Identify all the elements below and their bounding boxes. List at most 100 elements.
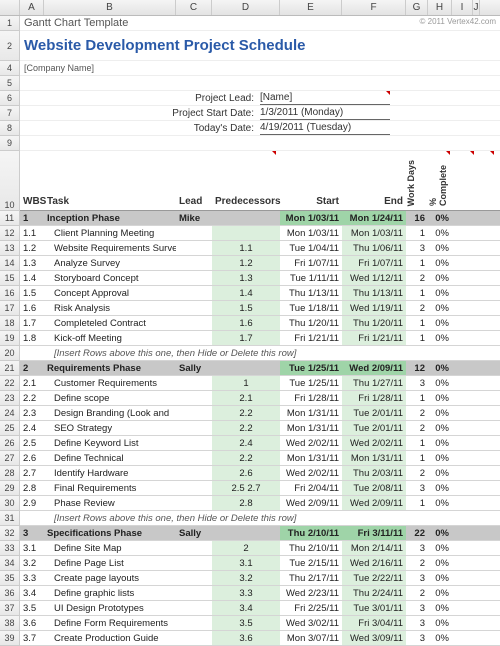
cell-wbs[interactable]: 1.5 [20, 286, 44, 300]
table-row[interactable]: 3.2Define Page List3.1Tue 2/15/11Wed 2/1… [20, 556, 500, 571]
cell-task[interactable]: Client Planning Meeting [44, 226, 176, 240]
select-all-corner[interactable] [0, 0, 20, 15]
cell-wbs[interactable]: 1.1 [20, 226, 44, 240]
cell-wbs[interactable]: 2.6 [20, 451, 44, 465]
cell-work-days[interactable]: 2 [406, 466, 428, 480]
cell-wbs[interactable]: 2.9 [20, 496, 44, 510]
cell-pct-complete[interactable]: 0% [428, 496, 452, 510]
row-header[interactable]: 15 [0, 271, 20, 286]
cell-lead[interactable] [176, 571, 212, 585]
cell-start[interactable]: Tue 2/15/11 [280, 556, 342, 570]
row-header[interactable]: 30 [0, 496, 20, 511]
cell-lead[interactable] [176, 331, 212, 345]
cell-start[interactable]: Mon 1/31/11 [280, 451, 342, 465]
cell-end[interactable]: Thu 2/24/11 [342, 586, 406, 600]
cell-predecessors[interactable]: 1 [212, 376, 280, 390]
header-task[interactable]: Task [44, 196, 176, 210]
cell-predecessors[interactable]: 1.6 [212, 316, 280, 330]
cell-start[interactable]: Fri 1/07/11 [280, 256, 342, 270]
cell-lead[interactable] [176, 241, 212, 255]
cell-work-days[interactable]: 1 [406, 256, 428, 270]
cell-wbs[interactable]: 1 [20, 211, 44, 225]
cell-task[interactable]: Design Branding (Look and [44, 406, 176, 420]
cell-predecessors[interactable]: 1.3 [212, 271, 280, 285]
cell-end[interactable]: Wed 1/19/11 [342, 301, 406, 315]
cell-predecessors[interactable]: 2.1 [212, 391, 280, 405]
row-header[interactable]: 10 [0, 151, 20, 211]
row-header[interactable]: 1 [0, 16, 20, 31]
cell-lead[interactable] [176, 556, 212, 570]
cell-start[interactable]: Fri 2/25/11 [280, 601, 342, 615]
cell-task[interactable]: Requirements Phase [44, 361, 176, 375]
row-header[interactable]: 37 [0, 601, 20, 616]
cell-task[interactable]: UI Design Prototypes [44, 601, 176, 615]
table-row[interactable]: 2.5Define Keyword List2.4Wed 2/02/11Wed … [20, 436, 500, 451]
table-row[interactable]: 3.4Define graphic lists3.3Wed 2/23/11Thu… [20, 586, 500, 601]
cell-pct-complete[interactable]: 0% [428, 586, 452, 600]
cell-work-days[interactable]: 2 [406, 421, 428, 435]
cell-work-days[interactable]: 2 [406, 406, 428, 420]
cell-wbs[interactable]: 3.4 [20, 586, 44, 600]
cell-lead[interactable] [176, 406, 212, 420]
table-row[interactable]: 3.7Create Production Guide3.6Mon 3/07/11… [20, 631, 500, 646]
cell-lead[interactable] [176, 376, 212, 390]
col-header-F[interactable]: F [342, 0, 406, 15]
row-header[interactable]: 13 [0, 241, 20, 256]
cell-end[interactable]: Wed 2/16/11 [342, 556, 406, 570]
cell-pct-complete[interactable]: 0% [428, 601, 452, 615]
col-header-B[interactable]: B [44, 0, 176, 15]
row-header[interactable]: 23 [0, 391, 20, 406]
project-lead-value[interactable]: [Name] [260, 91, 390, 105]
cell-pct-complete[interactable]: 0% [428, 526, 452, 540]
cell-end[interactable]: Mon 1/24/11 [342, 211, 406, 225]
cell-predecessors[interactable]: 3.6 [212, 631, 280, 645]
cell-end[interactable]: Fri 3/11/11 [342, 526, 406, 540]
header-wbs[interactable]: WBS [20, 196, 44, 210]
cell-start[interactable]: Fri 1/28/11 [280, 391, 342, 405]
cell-task[interactable]: Kick-off Meeting [44, 331, 176, 345]
cell-predecessors[interactable]: 1.5 [212, 301, 280, 315]
row-header[interactable]: 14 [0, 256, 20, 271]
cell-task[interactable]: Final Requirements [44, 481, 176, 495]
cell-wbs[interactable]: 3.3 [20, 571, 44, 585]
cell-task[interactable]: Define Site Map [44, 541, 176, 555]
row-header[interactable]: 21 [0, 361, 20, 376]
row-header[interactable]: 25 [0, 421, 20, 436]
col-header-G[interactable]: G [406, 0, 428, 15]
table-row[interactable]: 3Specifications PhaseSallyThu 2/10/11Fri… [20, 526, 500, 541]
cell-task[interactable]: SEO Strategy [44, 421, 176, 435]
cell-end[interactable]: Tue 2/01/11 [342, 406, 406, 420]
table-row[interactable]: 2.4SEO Strategy2.2Mon 1/31/11Tue 2/01/11… [20, 421, 500, 436]
cell-lead[interactable] [176, 436, 212, 450]
cell-task[interactable]: Define Technical [44, 451, 176, 465]
cell-wbs[interactable]: 1.8 [20, 331, 44, 345]
table-row[interactable]: 3.5UI Design Prototypes3.4Fri 2/25/11Tue… [20, 601, 500, 616]
row-header[interactable]: 9 [0, 136, 20, 151]
cell-lead[interactable] [176, 631, 212, 645]
cell-predecessors[interactable]: 2 [212, 541, 280, 555]
cell-end[interactable]: Tue 2/08/11 [342, 481, 406, 495]
header-predecessors[interactable]: Predecessors [212, 196, 280, 210]
cell-wbs[interactable]: 1.3 [20, 256, 44, 270]
cell-wbs[interactable]: 2 [20, 361, 44, 375]
table-row[interactable]: 3.3Create page layouts3.2Thu 2/17/11Tue … [20, 571, 500, 586]
cell-end[interactable]: Wed 2/02/11 [342, 436, 406, 450]
cell-wbs[interactable]: 2.3 [20, 406, 44, 420]
cell-work-days[interactable]: 3 [406, 616, 428, 630]
cell-pct-complete[interactable]: 0% [428, 571, 452, 585]
table-row[interactable]: 1.8Kick-off Meeting1.7Fri 1/21/11Fri 1/2… [20, 331, 500, 346]
cell-lead[interactable] [176, 256, 212, 270]
cell-predecessors[interactable]: 2.5 2.7 [212, 481, 280, 495]
row-header[interactable]: 11 [0, 211, 20, 226]
cell-lead[interactable] [176, 271, 212, 285]
cell-end[interactable]: Wed 1/12/11 [342, 271, 406, 285]
cell-pct-complete[interactable]: 0% [428, 331, 452, 345]
project-start-value[interactable]: 1/3/2011 (Monday) [260, 106, 390, 120]
header-work-days[interactable]: Work Days [406, 156, 428, 210]
cell-wbs[interactable]: 1.6 [20, 301, 44, 315]
cell-pct-complete[interactable]: 0% [428, 211, 452, 225]
col-header-J[interactable]: J [473, 0, 480, 15]
cell-work-days[interactable]: 2 [406, 586, 428, 600]
cell-end[interactable]: Fri 1/07/11 [342, 256, 406, 270]
table-row[interactable]: 2.7Identify Hardware2.6Wed 2/02/11Thu 2/… [20, 466, 500, 481]
